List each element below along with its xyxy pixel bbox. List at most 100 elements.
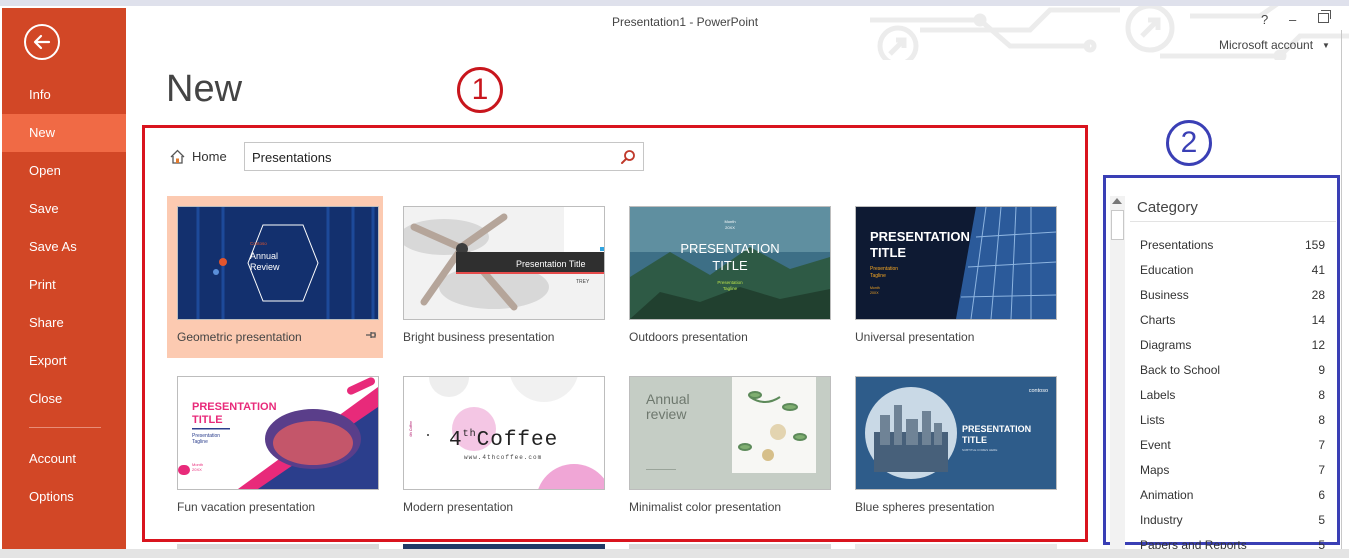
template-label: Modern presentation [403, 500, 514, 514]
pin-icon[interactable] [365, 329, 377, 341]
scroll-up-arrow-icon[interactable] [1112, 198, 1122, 204]
nav-save[interactable]: Save [2, 190, 126, 228]
svg-text:4th Coffee: 4th Coffee [409, 421, 413, 437]
template-tile-modern[interactable]: 4th Coffee 4thCoffee www.4thcoffee.com M… [393, 366, 609, 528]
category-name: Business [1140, 288, 1189, 302]
template-thumbnail: Annual review [629, 376, 831, 490]
svg-text:TITLE: TITLE [870, 245, 906, 260]
nav-save-as[interactable]: Save As [2, 228, 126, 266]
category-item[interactable]: Charts 14 [1140, 313, 1325, 338]
category-count: 5 [1318, 538, 1325, 549]
nav-share[interactable]: Share [2, 304, 126, 342]
back-arrow-button[interactable] [24, 24, 60, 60]
nav-print[interactable]: Print [2, 266, 126, 304]
template-label: Outdoors presentation [629, 330, 748, 344]
category-count: 159 [1304, 238, 1325, 252]
page-title: New [166, 68, 243, 110]
svg-text:20XX: 20XX [870, 291, 879, 295]
window-title: Presentation1 - PowerPoint [611, 15, 759, 29]
category-name: Labels [1140, 388, 1176, 402]
nav-new[interactable]: New [2, 114, 126, 152]
help-button[interactable]: ? [1261, 12, 1268, 27]
template-tile-bright-business[interactable]: Presentation Title TREY Bright business … [393, 196, 609, 358]
nav-options[interactable]: Options [2, 478, 126, 516]
category-name: Lists [1140, 413, 1165, 427]
nav-info[interactable]: Info [2, 76, 126, 114]
svg-text:Annual: Annual [646, 391, 690, 407]
scrollbar-thumb[interactable] [1111, 210, 1124, 240]
category-name: Maps [1140, 463, 1170, 477]
svg-text:www.4thcoffee.com: www.4thcoffee.com [464, 454, 542, 461]
template-label: Bright business presentation [403, 330, 555, 344]
category-count: 7 [1318, 463, 1325, 477]
svg-text:contoso: contoso [1029, 388, 1048, 394]
category-item[interactable]: Business 28 [1140, 288, 1325, 313]
svg-text:Tagline: Tagline [192, 439, 208, 445]
category-item[interactable]: Diagrams 12 [1140, 338, 1325, 363]
svg-text:TITLE: TITLE [962, 435, 987, 445]
template-label: Blue spheres presentation [855, 500, 995, 514]
svg-text:Tagline: Tagline [723, 286, 738, 291]
search-input[interactable] [252, 147, 612, 167]
template-search-box[interactable] [244, 142, 644, 171]
category-item[interactable]: Maps 7 [1140, 463, 1325, 488]
category-item[interactable]: Education 41 [1140, 263, 1325, 288]
svg-text:SUBTITLE COMES HERE: SUBTITLE COMES HERE [962, 448, 997, 452]
category-item[interactable]: Animation 6 [1140, 488, 1325, 513]
category-count: 8 [1318, 413, 1325, 427]
template-label: Minimalist color presentation [629, 500, 782, 514]
category-item[interactable]: Event 7 [1140, 438, 1325, 463]
nav-open[interactable]: Open [2, 152, 126, 190]
template-tile-universal[interactable]: PRESENTATION TITLE Presentation Tagline … [845, 196, 1061, 358]
svg-text:TITLE: TITLE [712, 258, 748, 273]
category-count: 28 [1311, 288, 1325, 302]
nav-export[interactable]: Export [2, 342, 126, 380]
back-arrow-icon [33, 34, 51, 50]
search-icon[interactable] [620, 149, 636, 165]
category-item[interactable]: Lists 8 [1140, 413, 1325, 438]
category-count: 8 [1318, 388, 1325, 402]
template-tile-outdoors[interactable]: Month 20XX PRESENTATION TITLE Presentati… [619, 196, 835, 358]
nav-close[interactable]: Close [2, 380, 126, 418]
category-item[interactable]: Back to School 9 [1140, 363, 1325, 388]
restore-button[interactable] [1318, 10, 1331, 23]
category-divider [1130, 221, 1336, 222]
minimize-button[interactable]: – [1289, 12, 1296, 27]
home-link[interactable]: Home [169, 148, 227, 165]
template-tile-minimalist-color[interactable]: Annual review Minimalist color presentat… [619, 366, 835, 528]
nav-account[interactable]: Account [2, 440, 126, 478]
microsoft-account-link[interactable]: Microsoft account [1219, 38, 1313, 52]
category-count: 12 [1311, 338, 1325, 352]
svg-text:Month: Month [870, 286, 880, 290]
category-name: Education [1140, 263, 1194, 277]
category-count: 14 [1311, 313, 1325, 327]
svg-text:Annual: Annual [250, 251, 278, 261]
category-count: 5 [1318, 513, 1325, 527]
category-item[interactable]: Papers and Reports 5 [1140, 538, 1325, 549]
svg-text:TREY: TREY [576, 279, 590, 285]
svg-text:20XX: 20XX [192, 467, 202, 472]
chevron-down-icon[interactable]: ▼ [1322, 41, 1330, 50]
template-tile-geometric[interactable]: Contoso Annual Review Geometric presenta… [167, 196, 383, 358]
category-item[interactable]: Labels 8 [1140, 388, 1325, 413]
svg-text:PRESENTATION: PRESENTATION [870, 229, 970, 244]
svg-text:PRESENTATION: PRESENTATION [962, 424, 1031, 434]
category-item[interactable]: Industry 5 [1140, 513, 1325, 538]
template-label: Fun vacation presentation [177, 500, 316, 514]
template-tile-blue-spheres[interactable]: contoso PRESENTATION TITLE SUBTITLE COME… [845, 366, 1061, 528]
svg-text:TITLE: TITLE [192, 414, 223, 426]
svg-text:Review: Review [250, 262, 280, 272]
template-tile-fun-vacation[interactable]: PRESENTATION TITLE Presentation Tagline … [167, 366, 383, 528]
svg-text:Contoso: Contoso [250, 241, 267, 246]
template-thumbnail: Presentation Title TREY [403, 206, 605, 320]
template-label: Geometric presentation [177, 330, 302, 344]
category-name: Papers and Reports [1140, 538, 1247, 549]
category-scrollbar[interactable] [1110, 196, 1125, 550]
category-item[interactable]: Presentations 159 [1140, 238, 1325, 263]
svg-text:Month: Month [724, 219, 735, 224]
nav-divider [29, 427, 101, 428]
powerpoint-backstage: Info New Open Save Save As Print Share E… [0, 0, 1349, 558]
category-count: 7 [1318, 438, 1325, 452]
home-icon [170, 149, 185, 164]
category-name: Animation [1140, 488, 1194, 502]
